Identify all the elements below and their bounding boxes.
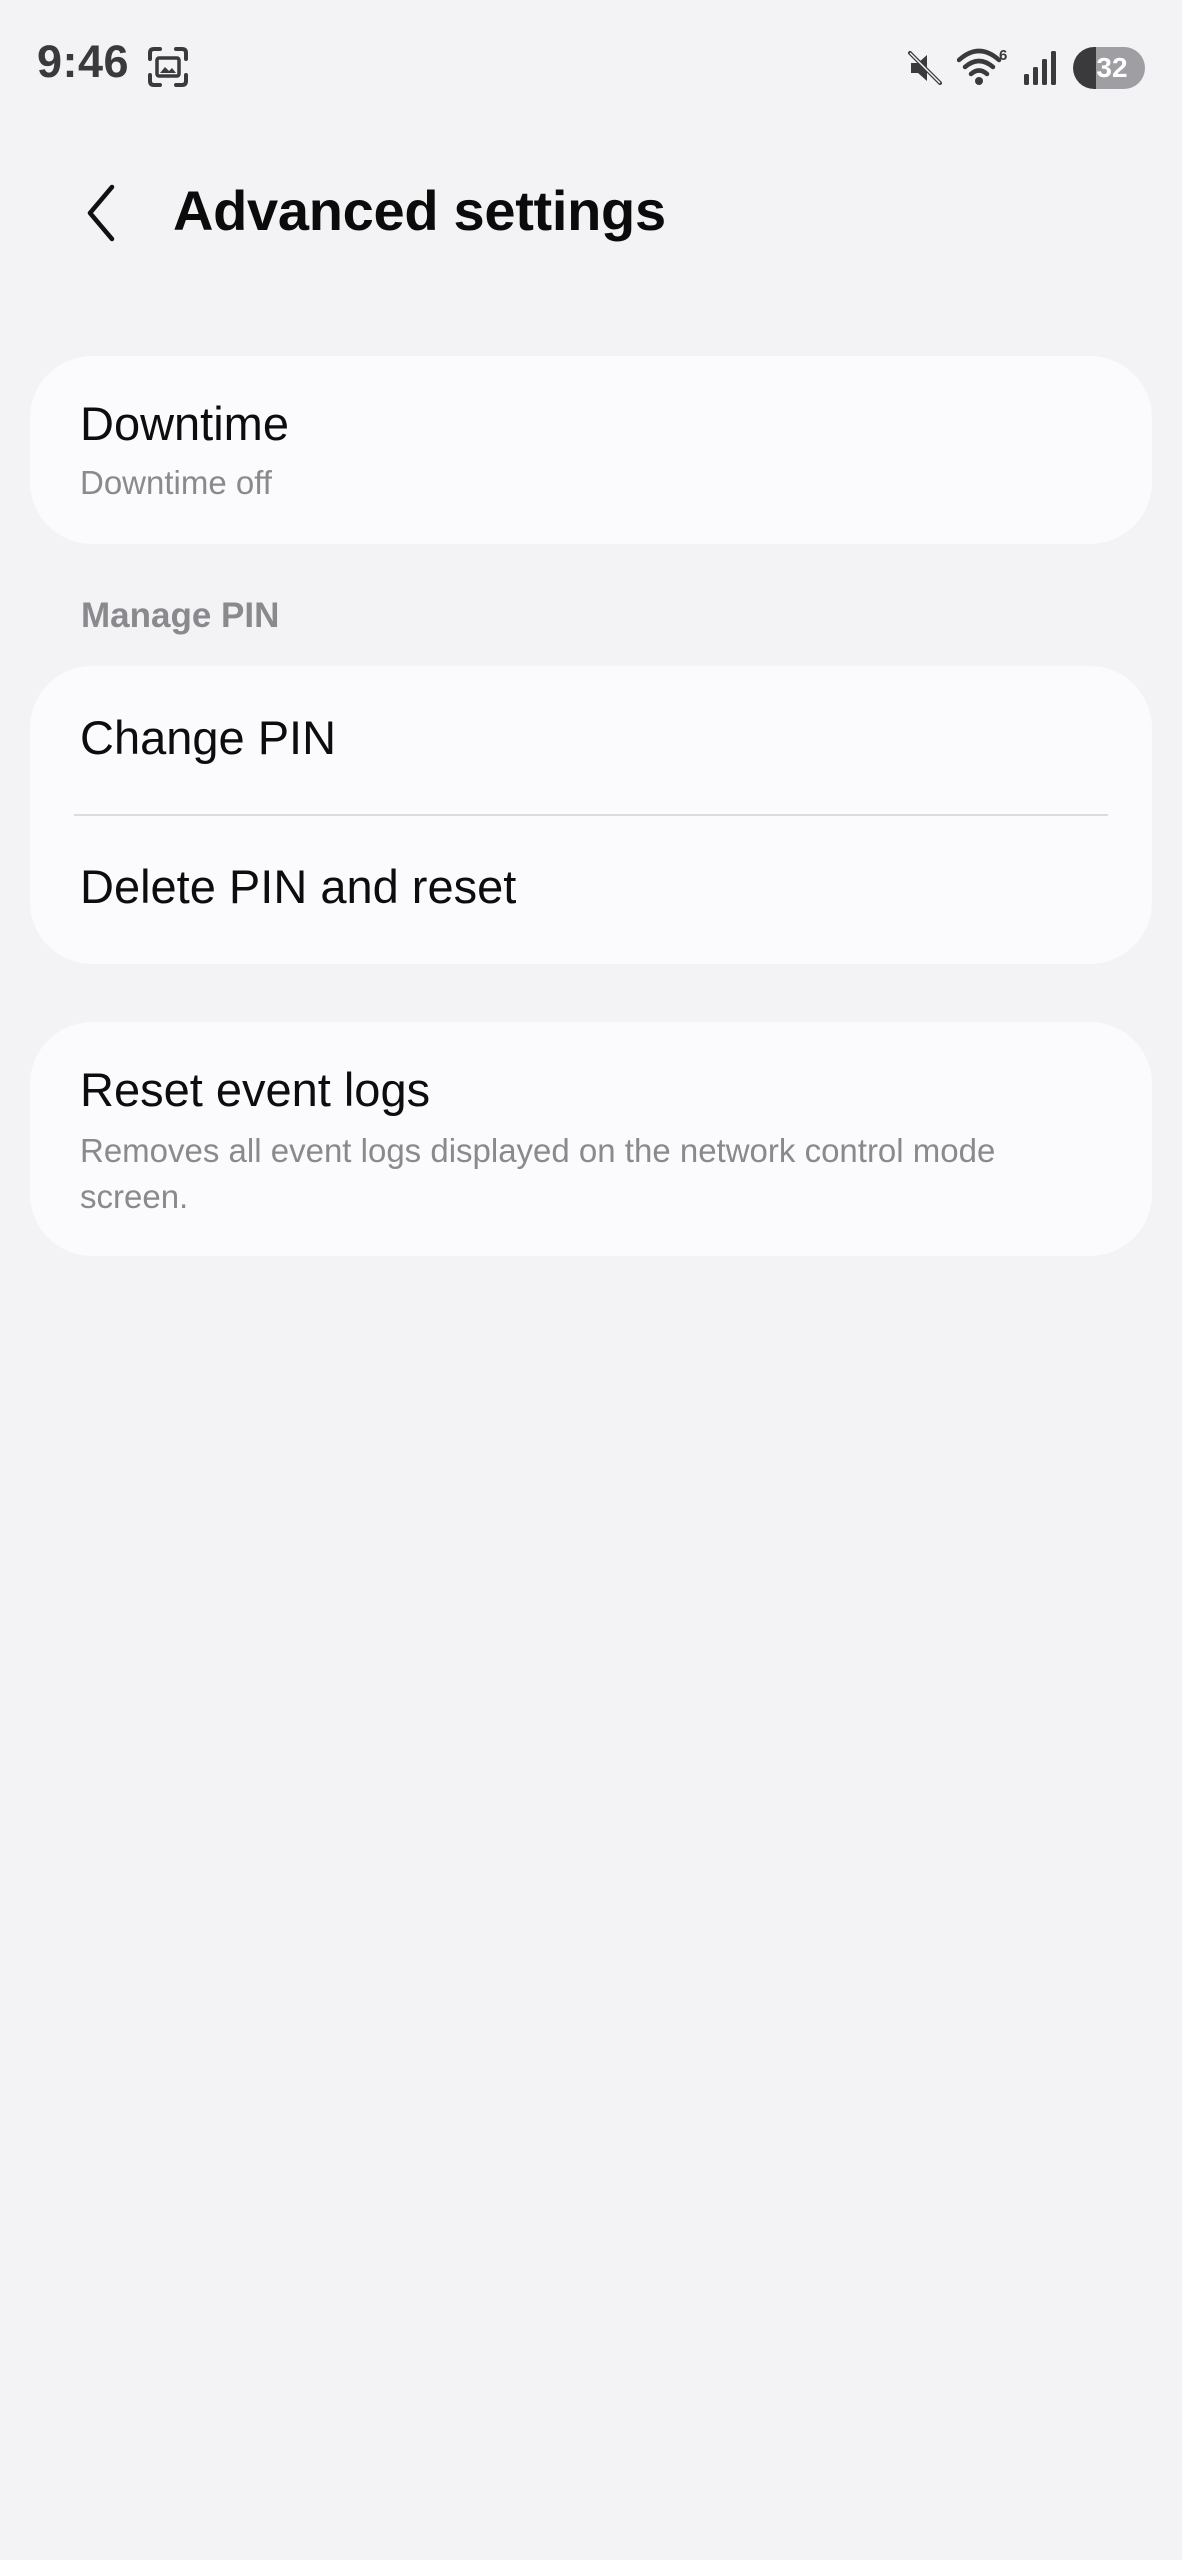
muted-speaker-icon [908, 51, 942, 85]
downtime-title: Downtime [80, 397, 289, 450]
cellular-signal-icon [1024, 51, 1056, 85]
change-pin-row[interactable]: Change PIN [30, 666, 1152, 815]
wifi-6-icon: 6 [957, 47, 1007, 85]
page-title: Advanced settings [173, 179, 666, 242]
reset-event-logs-card: Reset event logs Removes all event logs … [30, 1022, 1152, 1256]
status-icons: 6 32 [905, 40, 1145, 96]
status-time: 9:46 [37, 36, 130, 87]
delete-pin-reset-label: Delete PIN and reset [80, 860, 517, 913]
screenshot-icon [148, 47, 188, 87]
delete-pin-reset-row[interactable]: Delete PIN and reset [30, 815, 1152, 964]
downtime-status: Downtime off [80, 464, 272, 501]
change-pin-label: Change PIN [80, 711, 337, 764]
status-bar: 9:46 6 32 [0, 0, 1182, 134]
app-header: Advanced settings [0, 150, 1182, 274]
wifi-badge: 6 [999, 47, 1007, 64]
battery-level-text: 32 [1096, 52, 1128, 83]
downtime-card: Downtime Downtime off [30, 356, 1152, 544]
downtime-row[interactable]: Downtime Downtime off [30, 356, 1152, 544]
back-button[interactable] [60, 168, 144, 258]
manage-pin-card: Change PIN Delete PIN and reset [30, 666, 1152, 964]
chevron-left-icon [87, 184, 115, 242]
reset-event-logs-description: Removes all event logs displayed on the … [80, 1132, 996, 1215]
reset-event-logs-title: Reset event logs [80, 1063, 431, 1116]
manage-pin-section-label: Manage PIN [81, 596, 280, 635]
battery-indicator: 32 [1073, 47, 1145, 89]
reset-event-logs-row[interactable]: Reset event logs Removes all event logs … [30, 1022, 1152, 1256]
